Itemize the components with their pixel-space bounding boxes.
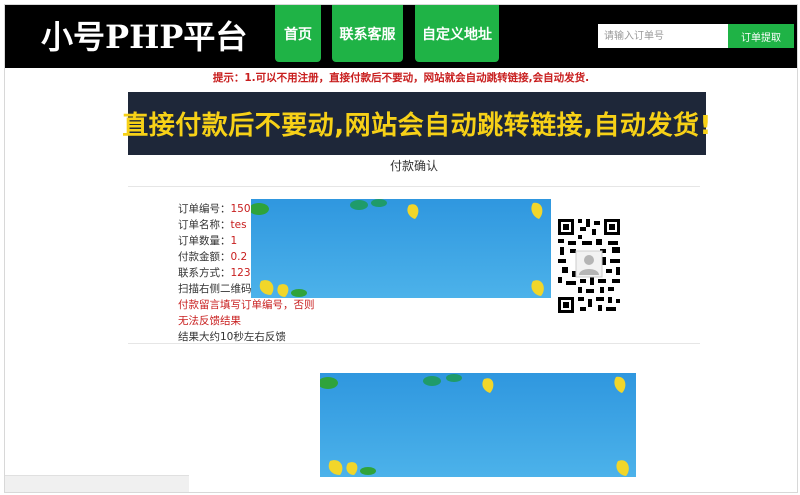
notice-banner: 直接付款后不要动,网站会自动跳转链接,自动发货! [122,92,711,155]
nav-home[interactable]: 首页 [275,5,321,62]
note-text: 付款留言填写订单编号，否则 [178,299,315,311]
site-logo[interactable]: 小号PHP平台 [41,17,247,57]
order-search-input[interactable] [598,24,728,48]
qr-code-icon [556,215,624,315]
banner-text: 直接付款后不要动,网站会自动跳转链接,自动发货! [122,111,712,141]
ad-banner-2[interactable] [320,373,636,477]
order-search-button[interactable]: 订单提取 [728,24,794,48]
header: 小号PHP平台 首页 联系客服 自定义地址 订单提取 [5,5,797,68]
ad-banner[interactable] [251,199,551,298]
section-title: 付款确认 [389,159,438,173]
no-feedback-text: 无法反馈结果 [178,315,241,327]
nav-contact[interactable]: 联系客服 [332,5,403,62]
page: 小号PHP平台 首页 联系客服 自定义地址 订单提取 提示：1.可以不用注册，直… [4,4,798,493]
tip-text: 提示：1.可以不用注册，直接付款后不要动，网站就会自动跳转链接,会自动发货. [212,72,590,84]
footer-bar [5,475,189,492]
divider-2 [128,343,700,344]
nav-custom-address[interactable]: 自定义地址 [415,5,499,62]
user-avatar-icon [575,250,603,278]
divider [128,186,700,187]
